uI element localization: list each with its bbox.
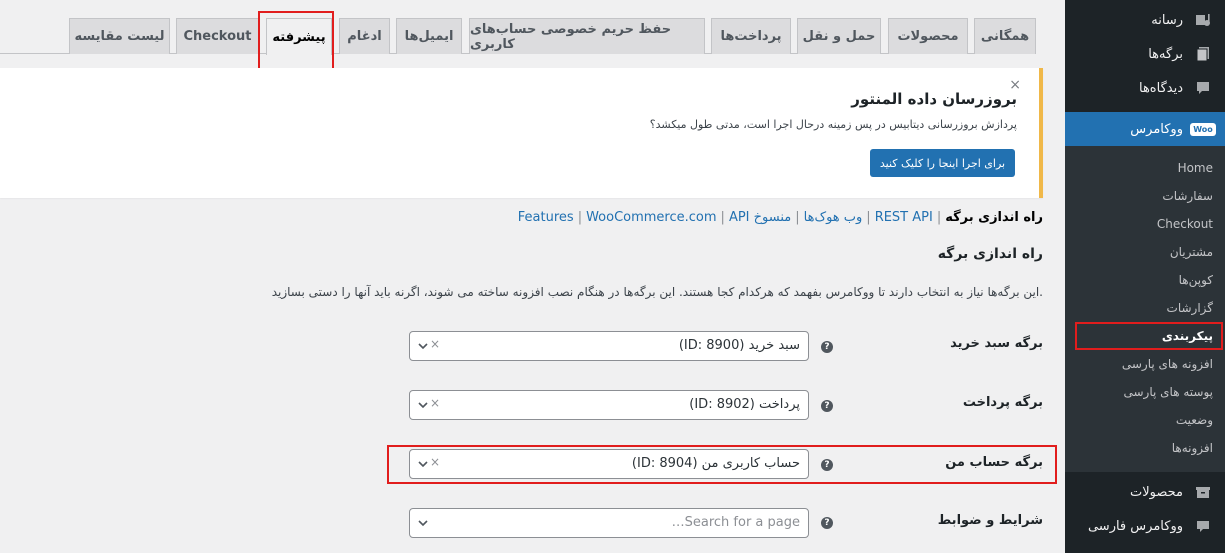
media-icon — [1193, 10, 1213, 30]
tab-shipping[interactable]: حمل و نقل — [797, 18, 881, 54]
clear-icon[interactable]: × — [430, 455, 440, 469]
admin-sidebar: رسانه برگه‌ها دیدگاه‌ها Woo ووکامرس Home… — [1057, 0, 1225, 553]
tab-general[interactable]: همگانی — [974, 18, 1036, 54]
submenu-persian-plugins[interactable]: افزونه های پارسی — [1065, 350, 1225, 378]
submenu-coupons[interactable]: کوپن‌ها — [1065, 266, 1225, 294]
menu-products-label: محصولات — [1130, 484, 1183, 500]
menu-woo-persian-label: ووکامرس فارسی — [1087, 518, 1183, 534]
chevron-down-icon — [418, 461, 428, 468]
settings-content: همگانی محصولات حمل و نقل پرداخت‌ها حفظ ح… — [0, 0, 1065, 553]
settings-highlight — [1075, 322, 1223, 350]
advanced-sublinks: راه اندازی برگه | REST API | وب هوک‌ها |… — [518, 210, 1043, 225]
comments-icon — [1193, 78, 1213, 98]
sublink-separator: | — [936, 210, 942, 225]
sublink-separator: | — [577, 210, 583, 225]
elementor-update-notice: × بروزرسان داده المنتور پردازش بروزرسانی… — [0, 68, 1043, 198]
cart-page-label: برگه سبد خرید — [950, 336, 1043, 351]
sublink-rest-api[interactable]: REST API — [875, 210, 933, 225]
tab-privacy[interactable]: حفظ حریم خصوصی حساب‌های کاربری — [469, 18, 705, 54]
section-description: این برگه‌ها نیاز به انتخاب دارند تا ووکا… — [271, 285, 1043, 299]
sublink-woocommerce-com[interactable]: WooCommerce.com — [586, 210, 716, 225]
pages-icon — [1193, 44, 1213, 64]
settings-tabs: همگانی محصولات حمل و نقل پرداخت‌ها حفظ ح… — [0, 0, 1036, 55]
submenu-settings[interactable]: پیکربندی — [1065, 322, 1225, 350]
tab-emails[interactable]: ایمیل‌ها — [396, 18, 462, 54]
sublink-separator: | — [720, 210, 725, 225]
myaccount-page-label: برگه حساب من — [945, 455, 1043, 470]
help-icon[interactable]: ? — [821, 459, 833, 471]
chevron-down-icon — [418, 343, 428, 350]
menu-comments-label: دیدگاه‌ها — [1138, 80, 1183, 96]
sublink-webhooks[interactable]: وب هوک‌ها — [804, 210, 863, 225]
sublink-separator: | — [866, 210, 871, 225]
tab-compare-list[interactable]: لیست مقایسه — [69, 18, 170, 54]
woocommerce-icon: Woo — [1190, 119, 1216, 139]
chevron-down-icon — [418, 520, 428, 527]
sublink-separator: | — [795, 210, 800, 225]
active-tab-highlight — [258, 11, 334, 75]
tab-integration[interactable]: ادغام — [339, 18, 390, 54]
submenu-persian-themes[interactable]: پوسته های پارسی — [1065, 378, 1225, 406]
menu-media-label: رسانه — [1151, 12, 1183, 28]
woo-persian-icon — [1193, 516, 1213, 536]
myaccount-page-value: حساب کاربری من (ID: 8904) — [631, 456, 800, 471]
cart-page-select[interactable]: سبد خرید (ID: 8900) × — [409, 331, 809, 361]
sublink-page-setup[interactable]: راه اندازی برگه — [945, 210, 1043, 225]
terms-page-placeholder: Search for a page… — [671, 515, 800, 530]
checkout-page-select[interactable]: پرداخت (ID: 8902) × — [409, 390, 809, 420]
help-icon[interactable]: ? — [821, 517, 833, 529]
submenu-customers[interactable]: مشتریان — [1065, 238, 1225, 266]
submenu-status[interactable]: وضعیت — [1065, 406, 1225, 434]
menu-media[interactable]: رسانه — [1065, 3, 1225, 37]
menu-pages-label: برگه‌ها — [1148, 46, 1183, 62]
terms-page-select[interactable]: Search for a page… — [409, 508, 809, 538]
tab-checkout[interactable]: Checkout — [176, 18, 259, 54]
notice-text: پردازش بروزرسانی دیتابیس در پس زمینه درح… — [649, 118, 1017, 131]
terms-page-label: شرایط و ضوابط — [937, 513, 1043, 528]
run-update-button[interactable]: برای اجرا اینجا را کلیک کنید — [870, 149, 1015, 177]
help-icon[interactable]: ? — [821, 400, 833, 412]
menu-pages[interactable]: برگه‌ها — [1065, 37, 1225, 71]
menu-products[interactable]: محصولات — [1065, 475, 1225, 509]
notice-title: بروزرسان داده المنتور — [851, 90, 1017, 108]
menu-woocommerce[interactable]: Woo ووکامرس — [1057, 112, 1225, 146]
menu-woo-persian[interactable]: ووکامرس فارسی — [1065, 509, 1225, 543]
chevron-down-icon — [418, 402, 428, 409]
submenu-checkout[interactable]: Checkout — [1065, 210, 1225, 238]
woocommerce-submenu: Home سفارشات Checkout مشتریان کوپن‌ها گز… — [1065, 146, 1225, 472]
menu-comments[interactable]: دیدگاه‌ها — [1065, 71, 1225, 105]
clear-icon[interactable]: × — [430, 396, 440, 410]
tab-payments[interactable]: پرداخت‌ها — [711, 18, 791, 54]
clear-icon[interactable]: × — [430, 337, 440, 351]
sublink-legacy-api[interactable]: API منسوخ — [729, 210, 791, 225]
section-title: راه اندازی برگه — [937, 246, 1043, 262]
cart-page-value: سبد خرید (ID: 8900) — [678, 338, 800, 353]
submenu-extensions[interactable]: افزونه‌ها — [1065, 434, 1225, 462]
tab-products[interactable]: محصولات — [888, 18, 968, 54]
help-icon[interactable]: ? — [821, 341, 833, 353]
checkout-page-value: پرداخت (ID: 8902) — [689, 397, 800, 412]
submenu-home[interactable]: Home — [1065, 154, 1225, 182]
menu-woocommerce-label: ووکامرس — [1130, 121, 1183, 137]
submenu-reports[interactable]: گزارشات — [1065, 294, 1225, 322]
products-icon — [1193, 482, 1213, 502]
submenu-orders[interactable]: سفارشات — [1065, 182, 1225, 210]
checkout-page-label: برگه پرداخت — [962, 395, 1043, 410]
sublink-features[interactable]: Features — [518, 210, 574, 225]
myaccount-page-select[interactable]: حساب کاربری من (ID: 8904) × — [409, 449, 809, 479]
